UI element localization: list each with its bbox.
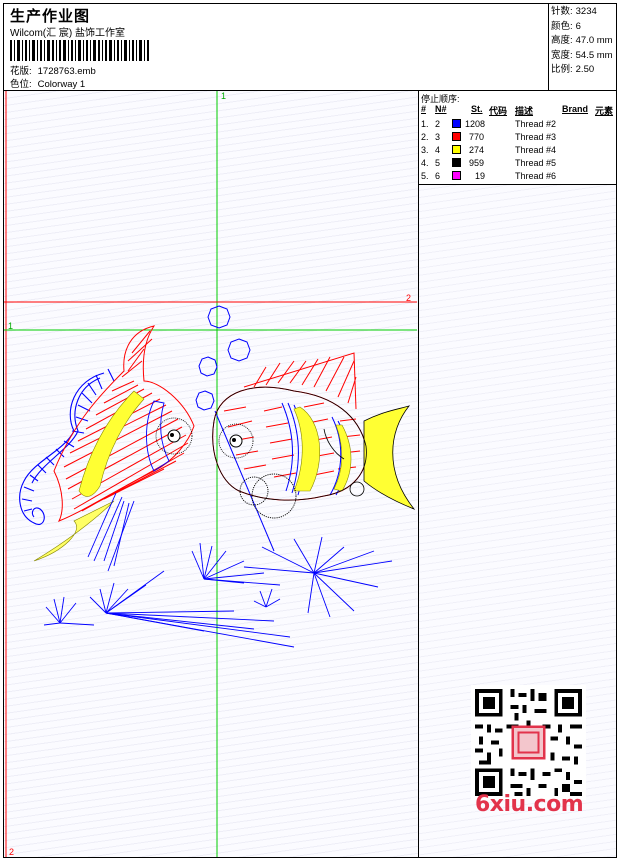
spec-colors: 颜色: 6	[551, 20, 581, 32]
col-header-code: 代码	[489, 106, 508, 116]
table-row[interactable]: 3. 4 274 Thread #4	[419, 145, 616, 158]
qr-code-icon	[471, 685, 586, 800]
col-header-stitches: St.	[471, 104, 483, 114]
table-row[interactable]: 2. 3 770 Thread #3	[419, 132, 616, 145]
guide-label-h2: 2	[406, 293, 411, 303]
stop-sequence-table: 停止顺序: # N# St. 代码 描述 Brand 元素 1. 2 1208 …	[419, 91, 616, 185]
software-name: Wilcom(汇 宸) 盐饰工作室	[10, 28, 125, 39]
spec-scale: 比例: 2.50	[551, 64, 595, 75]
color-swatch	[452, 132, 461, 141]
color-swatch	[452, 145, 461, 154]
guide-label-v1: 1	[221, 91, 226, 101]
info-panel: 停止顺序: # N# St. 代码 描述 Brand 元素 1. 2 1208 …	[419, 91, 616, 857]
col-header-desc: 描述	[515, 106, 534, 116]
col-header-num: #	[421, 104, 427, 114]
seaweed-rays	[43, 536, 393, 648]
header-info: 生产作业图 Wilcom(汇 宸) 盐饰工作室 花版:1728763.emb	[8, 5, 546, 90]
design-file-line: 花版: 1728763.emb	[10, 63, 96, 77]
color-swatch	[452, 119, 461, 128]
design-canvas[interactable]: 1 2 1 2	[4, 91, 419, 857]
table-row[interactable]: 5. 6 19 Thread #6	[419, 171, 616, 184]
spec-stitches: 针数: 3234	[551, 6, 597, 17]
table-row[interactable]: 4. 5 959 Thread #5	[419, 158, 616, 171]
colorway-value: Colorway 1	[37, 79, 86, 90]
col-header-element: 元素	[595, 106, 614, 116]
right-fish-tail	[363, 405, 416, 510]
watermark-logo: 6xiu.com	[475, 792, 584, 817]
embroidery-preview: 1 2 1 2	[4, 91, 417, 857]
color-swatch	[452, 158, 461, 167]
guide-label-h1: 1	[8, 321, 13, 331]
colorway-line: 色位: Colorway 1	[10, 76, 85, 90]
spec-height: 高度: 47.0 mm	[551, 35, 613, 46]
col-header-brand: Brand	[562, 104, 589, 114]
table-row[interactable]: 1. 2 1208 Thread #2	[419, 119, 616, 132]
col-header-needle: N#	[435, 104, 447, 114]
color-swatch	[452, 171, 461, 180]
design-specs: 针数: 3234 颜色: 6 高度: 47.0 mm 宽度: 54.5 mm 比例: 2.…	[551, 5, 615, 78]
guide-label-v2: 2	[9, 847, 14, 857]
header-divider	[548, 4, 549, 90]
colorway-label: 色位:	[10, 79, 32, 90]
barcode-icon	[10, 40, 149, 61]
production-sheet: 生产作业图 Wilcom(汇 宸) 盐饰工作室 花版:1728763.emb	[3, 3, 617, 858]
left-fish-yellow-tail	[33, 500, 115, 562]
page-title: 生产作业图	[10, 8, 91, 25]
spec-width: 宽度: 54.5 mm	[551, 49, 613, 61]
